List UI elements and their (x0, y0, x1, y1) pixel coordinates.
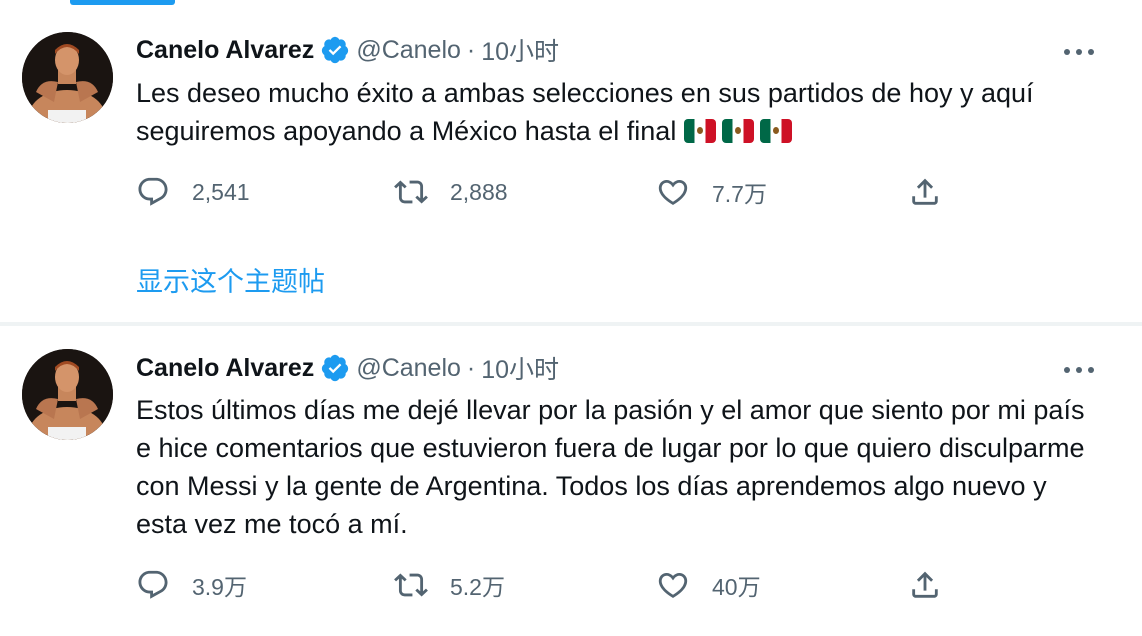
retweet-count: 5.2万 (450, 574, 505, 600)
author-handle[interactable]: @Canelo (356, 354, 461, 383)
show-thread-link[interactable]: 显示这个主题帖 (136, 260, 325, 299)
avatar[interactable] (22, 32, 113, 123)
author-name[interactable]: Canelo Alvarez (136, 36, 314, 65)
share-button[interactable] (908, 567, 942, 603)
like-button[interactable]: 40万 (656, 567, 761, 603)
retweet-button[interactable]: 5.2万 (394, 567, 505, 603)
author-name[interactable]: Canelo Alvarez (136, 354, 314, 383)
tweet-header: Canelo Alvarez @Canelo · 10小时 (136, 350, 559, 386)
tweet-header: Canelo Alvarez @Canelo · 10小时 (136, 32, 559, 68)
flag-emoji-group (683, 116, 798, 146)
tweet-text-body: Estos últimos días me dejé llevar por la… (136, 395, 1085, 539)
mexico-flag-icon (683, 119, 716, 143)
tweet-timestamp[interactable]: 10小时 (481, 350, 559, 386)
reply-button[interactable]: 2,541 (136, 174, 250, 210)
share-button[interactable] (908, 174, 942, 210)
retweet-button[interactable]: 2,888 (394, 174, 508, 210)
separator-dot: · (466, 35, 476, 64)
verified-badge-icon (322, 36, 349, 64)
like-count: 7.7万 (712, 181, 767, 207)
mexico-flag-icon (721, 119, 754, 143)
more-options-icon[interactable] (1064, 355, 1094, 385)
verified-badge-icon (322, 354, 349, 382)
like-count: 40万 (712, 574, 761, 600)
retweet-icon (394, 180, 428, 204)
reply-button[interactable]: 3.9万 (136, 567, 247, 603)
like-button[interactable]: 7.7万 (656, 174, 767, 210)
avatar[interactable] (22, 349, 113, 440)
tweet-text-body: Les deseo mucho éxito a ambas seleccione… (136, 78, 1034, 146)
heart-icon (658, 179, 688, 205)
retweet-count: 2,888 (450, 178, 508, 205)
tweet[interactable]: Canelo Alvarez @Canelo · 10小时 Estos últi… (0, 326, 1142, 636)
mexico-flag-icon (759, 119, 792, 143)
reply-icon (138, 570, 168, 599)
tweet-timestamp[interactable]: 10小时 (481, 32, 559, 68)
reply-count: 3.9万 (192, 574, 247, 600)
separator-dot: · (466, 353, 476, 382)
tweet[interactable]: Canelo Alvarez @Canelo · 10小时 Les deseo … (0, 0, 1142, 326)
tweet-actions: 2,541 2,888 7.7万 (136, 174, 956, 210)
share-icon (912, 178, 938, 205)
share-icon (912, 571, 938, 598)
tweet-text: Estos últimos días me dejé llevar por la… (136, 391, 1096, 543)
tweet-actions: 3.9万 5.2万 40万 (136, 567, 956, 603)
reply-count: 2,541 (192, 178, 250, 205)
heart-icon (658, 572, 688, 598)
retweet-icon (394, 573, 428, 597)
tweet-text: Les deseo mucho éxito a ambas seleccione… (136, 74, 1096, 150)
more-options-icon[interactable] (1064, 37, 1094, 67)
author-handle[interactable]: @Canelo (356, 36, 461, 65)
reply-icon (138, 177, 168, 206)
